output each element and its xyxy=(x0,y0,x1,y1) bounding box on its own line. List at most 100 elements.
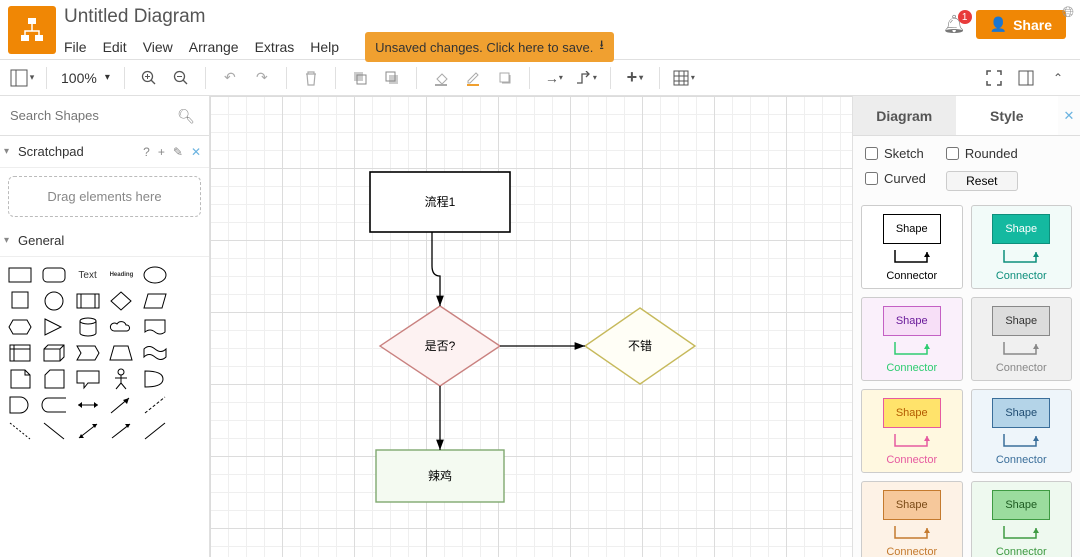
style-preset-1[interactable]: ShapeConnector xyxy=(971,205,1073,289)
tab-diagram[interactable]: Diagram xyxy=(853,96,956,135)
fullscreen-button[interactable] xyxy=(980,64,1008,92)
left-sidebar: 🔍︎ ▾ Scratchpad ? + ✎ ✕ Drag elements he… xyxy=(0,96,210,557)
shape-and[interactable] xyxy=(6,393,34,417)
shape-step[interactable] xyxy=(74,341,102,365)
curved-checkbox[interactable]: Curved xyxy=(865,171,926,186)
shape-square[interactable] xyxy=(6,289,34,313)
shape-card[interactable] xyxy=(40,367,68,391)
app-logo[interactable] xyxy=(8,6,56,54)
style-preset-shape: Shape xyxy=(883,306,941,336)
style-preset-0[interactable]: ShapeConnector xyxy=(861,205,963,289)
close-icon[interactable]: ✕ xyxy=(191,145,201,159)
connection-button[interactable]: →▾ xyxy=(540,64,568,92)
scratchpad-dropzone[interactable]: Drag elements here xyxy=(8,176,201,217)
to-back-button[interactable] xyxy=(378,64,406,92)
reset-button[interactable]: Reset xyxy=(946,171,1018,191)
document-title[interactable]: Untitled Diagram xyxy=(64,6,943,28)
shape-diamond[interactable] xyxy=(107,289,135,313)
shape-cylinder[interactable] xyxy=(74,315,102,339)
style-preset-7[interactable]: ShapeConnector xyxy=(971,481,1073,557)
style-preset-3[interactable]: ShapeConnector xyxy=(971,297,1073,381)
menu-file[interactable]: File xyxy=(64,39,87,55)
collapse-button[interactable]: ⌃ xyxy=(1044,64,1072,92)
language-globe-icon[interactable]: 🌐︎ xyxy=(1062,4,1074,21)
zoom-in-button[interactable] xyxy=(135,64,163,92)
download-icon: ⭳ xyxy=(599,36,604,58)
scratchpad-label: Scratchpad xyxy=(18,144,84,159)
shape-palette: Text Heading xyxy=(0,257,209,449)
shape-internal-storage[interactable] xyxy=(6,341,34,365)
redo-button[interactable]: ↷ xyxy=(248,64,276,92)
shape-line2[interactable] xyxy=(141,419,169,443)
insert-button[interactable]: +▾ xyxy=(621,64,649,92)
shape-text[interactable]: Text xyxy=(78,270,96,281)
line-color-button[interactable] xyxy=(459,64,487,92)
shape-trapezoid[interactable] xyxy=(107,341,135,365)
shape-cloud[interactable] xyxy=(107,315,135,339)
shape-note[interactable] xyxy=(6,367,34,391)
shape-hexagon[interactable] xyxy=(6,315,34,339)
zoom-selector[interactable]: 100%▾ xyxy=(57,70,114,86)
scratchpad-header[interactable]: ▾ Scratchpad ? + ✎ ✕ xyxy=(0,136,209,168)
style-preset-connector-label: Connector xyxy=(996,270,1047,282)
shape-process[interactable] xyxy=(74,289,102,313)
style-preset-5[interactable]: ShapeConnector xyxy=(971,389,1073,473)
shape-line[interactable] xyxy=(40,419,68,443)
shape-arrow[interactable] xyxy=(107,393,135,417)
shape-actor[interactable] xyxy=(107,367,135,391)
style-preset-connector-label: Connector xyxy=(996,454,1047,466)
shape-arrow-bidir2[interactable] xyxy=(74,419,102,443)
help-icon[interactable]: ? xyxy=(143,145,150,159)
waypoints-button[interactable]: ▾ xyxy=(572,64,600,92)
shape-ellipse[interactable] xyxy=(141,263,169,287)
table-button[interactable]: ▾ xyxy=(670,64,698,92)
shape-rect[interactable] xyxy=(6,263,34,287)
close-panel-icon[interactable]: ✕ xyxy=(1058,96,1080,135)
style-preset-connector-line xyxy=(998,524,1044,542)
fill-color-button[interactable] xyxy=(427,64,455,92)
edge-1-2[interactable] xyxy=(432,232,440,306)
shape-arrow-bidir[interactable] xyxy=(74,393,102,417)
undo-button[interactable]: ↶ xyxy=(216,64,244,92)
edit-icon[interactable]: ✎ xyxy=(173,145,183,159)
shape-rounded-rect[interactable] xyxy=(40,263,68,287)
menu-help[interactable]: Help xyxy=(310,39,339,55)
share-button[interactable]: 👤 Share xyxy=(976,10,1066,39)
rounded-checkbox[interactable]: Rounded xyxy=(946,146,1018,161)
style-preset-2[interactable]: ShapeConnector xyxy=(861,297,963,381)
view-dropdown[interactable]: ▾ xyxy=(8,64,36,92)
shape-triangle[interactable] xyxy=(40,315,68,339)
add-icon[interactable]: + xyxy=(158,145,165,159)
shape-circle[interactable] xyxy=(40,289,68,313)
to-front-button[interactable] xyxy=(346,64,374,92)
menu-edit[interactable]: Edit xyxy=(103,39,127,55)
delete-button[interactable] xyxy=(297,64,325,92)
sketch-checkbox[interactable]: Sketch xyxy=(865,146,926,161)
shape-tape[interactable] xyxy=(141,341,169,365)
menu-arrange[interactable]: Arrange xyxy=(189,39,239,55)
canvas[interactable]: 流程1 是否? 不错 辣鸡 xyxy=(210,96,852,557)
general-header[interactable]: ▾ General xyxy=(0,225,209,257)
notifications-button[interactable]: 🔔︎ 1 xyxy=(943,14,966,35)
search-input[interactable] xyxy=(6,102,203,129)
style-preset-4[interactable]: ShapeConnector xyxy=(861,389,963,473)
style-preset-connector-line xyxy=(889,340,935,358)
shape-cube[interactable] xyxy=(40,341,68,365)
shape-parallelogram[interactable] xyxy=(141,289,169,313)
shape-or[interactable] xyxy=(141,367,169,391)
shape-heading[interactable]: Heading xyxy=(110,272,134,278)
menu-view[interactable]: View xyxy=(143,39,173,55)
tab-style[interactable]: Style xyxy=(956,96,1059,135)
shape-document[interactable] xyxy=(141,315,169,339)
format-panel-toggle[interactable] xyxy=(1012,64,1040,92)
shape-data-store[interactable] xyxy=(40,393,68,417)
menu-extras[interactable]: Extras xyxy=(255,39,295,55)
style-preset-6[interactable]: ShapeConnector xyxy=(861,481,963,557)
shape-callout[interactable] xyxy=(74,367,102,391)
zoom-out-button[interactable] xyxy=(167,64,195,92)
shape-arrow-up[interactable] xyxy=(107,419,135,443)
shape-line-dashed[interactable] xyxy=(6,419,34,443)
shape-line-dashed-rev[interactable] xyxy=(141,393,169,417)
shadow-button[interactable] xyxy=(491,64,519,92)
save-banner[interactable]: Unsaved changes. Click here to save. ⭳ xyxy=(365,32,614,62)
